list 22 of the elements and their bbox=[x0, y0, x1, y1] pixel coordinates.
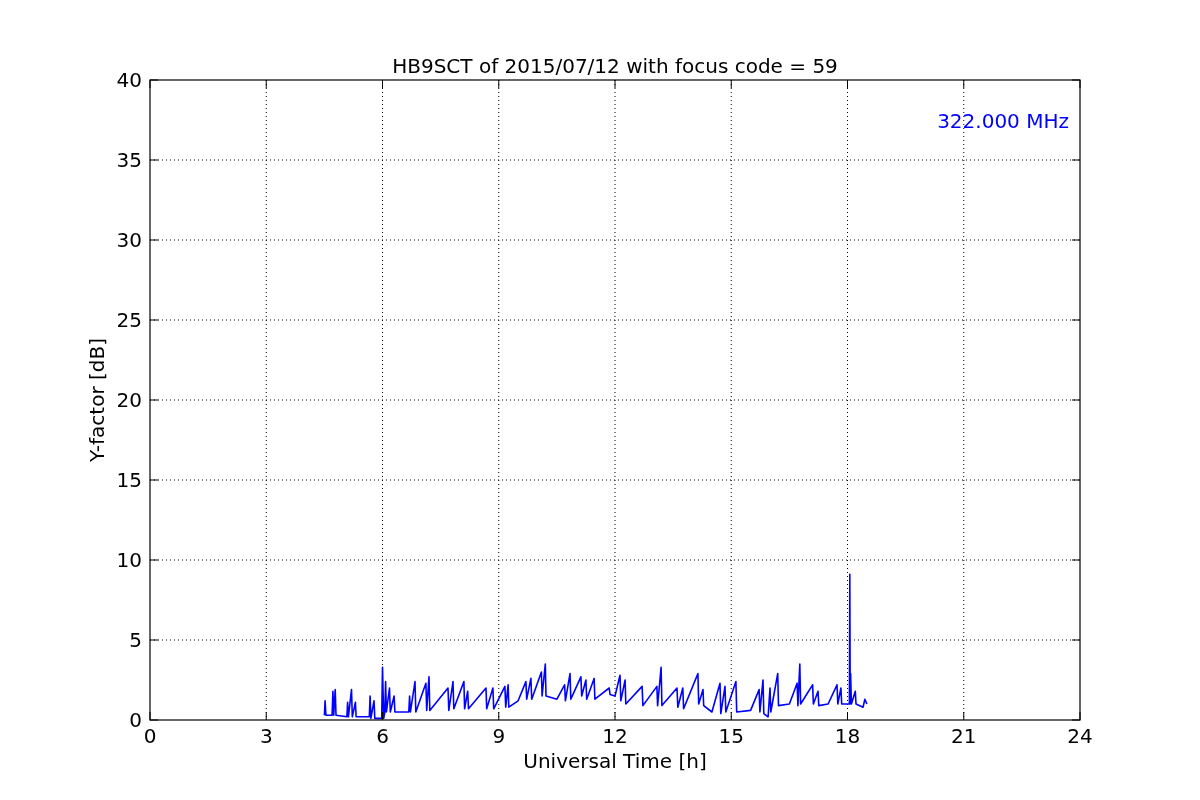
tick-label: 35 bbox=[116, 148, 142, 172]
chart-title: HB9SCT of 2015/07/12 with focus code = 59 bbox=[392, 54, 838, 78]
tick-label: 30 bbox=[116, 228, 142, 252]
tick-label: 9 bbox=[492, 724, 506, 748]
tick-label: 18 bbox=[834, 724, 861, 748]
tick-label: 20 bbox=[116, 388, 142, 412]
tick-label: 12 bbox=[602, 724, 628, 748]
tick-label: 15 bbox=[116, 468, 142, 492]
tick-label: 15 bbox=[718, 724, 744, 748]
x-axis-label: Universal Time [h] bbox=[523, 749, 707, 773]
tick-label: 0 bbox=[143, 724, 157, 748]
tick-label: 3 bbox=[259, 724, 273, 748]
tick-label: 40 bbox=[116, 68, 142, 92]
y-axis-label: Y-factor [dB] bbox=[85, 338, 109, 462]
tick-label: 25 bbox=[116, 308, 142, 332]
tick-label: 21 bbox=[951, 724, 977, 748]
frequency-annotation: 322.000 MHz bbox=[937, 109, 1069, 133]
tick-label: 10 bbox=[116, 548, 142, 572]
tick-label: 5 bbox=[129, 628, 142, 652]
tick-label: 6 bbox=[376, 724, 389, 748]
tick-label: 0 bbox=[129, 708, 142, 732]
tick-label: 24 bbox=[1067, 724, 1093, 748]
